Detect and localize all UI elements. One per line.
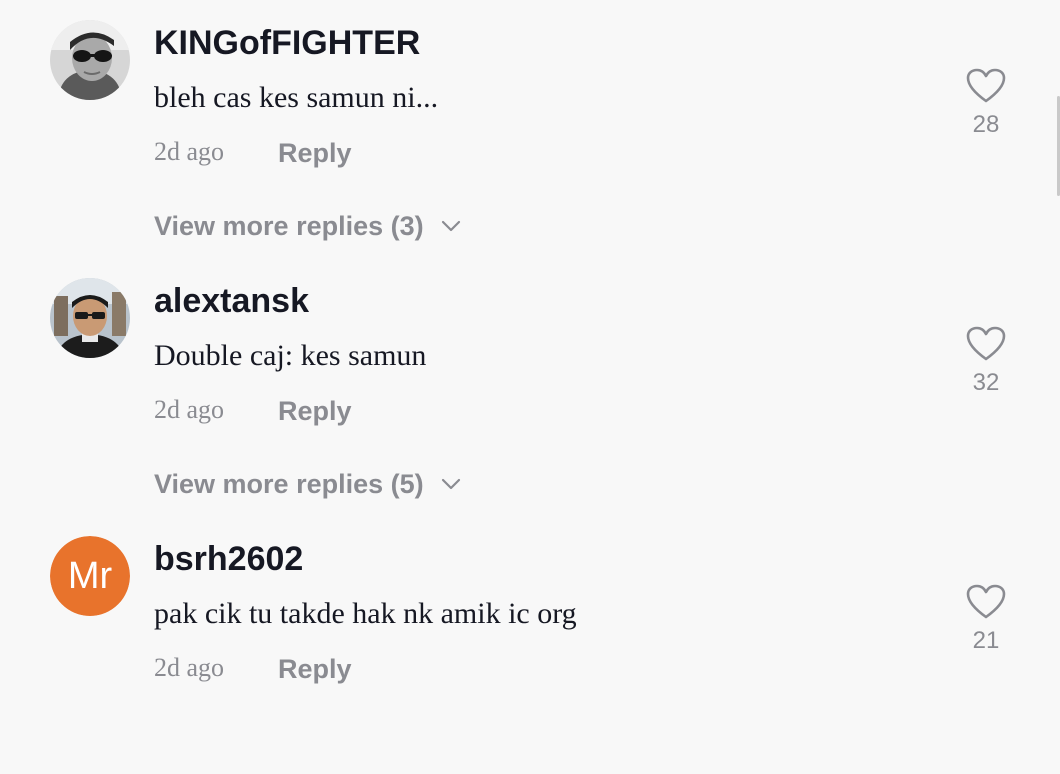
user-photo-icon: [50, 20, 130, 100]
heart-outline-icon: [966, 326, 1006, 367]
view-more-replies-button[interactable]: View more replies (5): [154, 466, 462, 502]
comment-item: Mr bsrh2602 pak cik tu takde hak nk amik…: [0, 516, 1060, 774]
user-photo-icon: [50, 278, 130, 358]
view-more-replies-label: View more replies (5): [154, 469, 424, 499]
comment-item: alextansk Double caj: kes samun 2d ago R…: [0, 258, 1060, 516]
chevron-down-icon: [440, 473, 462, 495]
like-count: 28: [972, 111, 1000, 138]
like-button[interactable]: 28: [962, 68, 1010, 139]
view-more-replies-label: View more replies (3): [154, 211, 424, 241]
view-more-replies-button[interactable]: View more replies (3): [154, 208, 462, 244]
comment-text: pak cik tu takde hak nk amik ic org: [154, 597, 577, 630]
reply-button[interactable]: Reply: [278, 652, 352, 686]
heart-outline-icon: [966, 68, 1006, 109]
like-button[interactable]: 32: [962, 326, 1010, 397]
username[interactable]: alextansk: [154, 281, 309, 321]
heart-outline-icon: [966, 584, 1006, 625]
reply-button[interactable]: Reply: [278, 136, 352, 170]
avatar-initials: Mr: [50, 536, 130, 616]
comment-text: bleh cas kes samun ni...: [154, 81, 439, 114]
avatar[interactable]: [50, 20, 130, 100]
like-button[interactable]: 21: [962, 584, 1010, 655]
comment-text: Double caj: kes samun: [154, 339, 427, 372]
reply-button[interactable]: Reply: [278, 394, 352, 428]
like-count: 21: [972, 627, 1000, 654]
avatar[interactable]: [50, 278, 130, 358]
username[interactable]: KINGofFIGHTER: [154, 23, 420, 63]
comment-item: KINGofFIGHTER bleh cas kes samun ni... 2…: [0, 0, 1060, 258]
avatar[interactable]: Mr: [50, 536, 130, 616]
chevron-down-icon: [440, 215, 462, 237]
like-count: 32: [972, 369, 1000, 396]
comment-timestamp: 2d ago: [154, 653, 225, 682]
comment-timestamp: 2d ago: [154, 137, 225, 166]
comment-timestamp: 2d ago: [154, 395, 225, 424]
username[interactable]: bsrh2602: [154, 539, 303, 579]
